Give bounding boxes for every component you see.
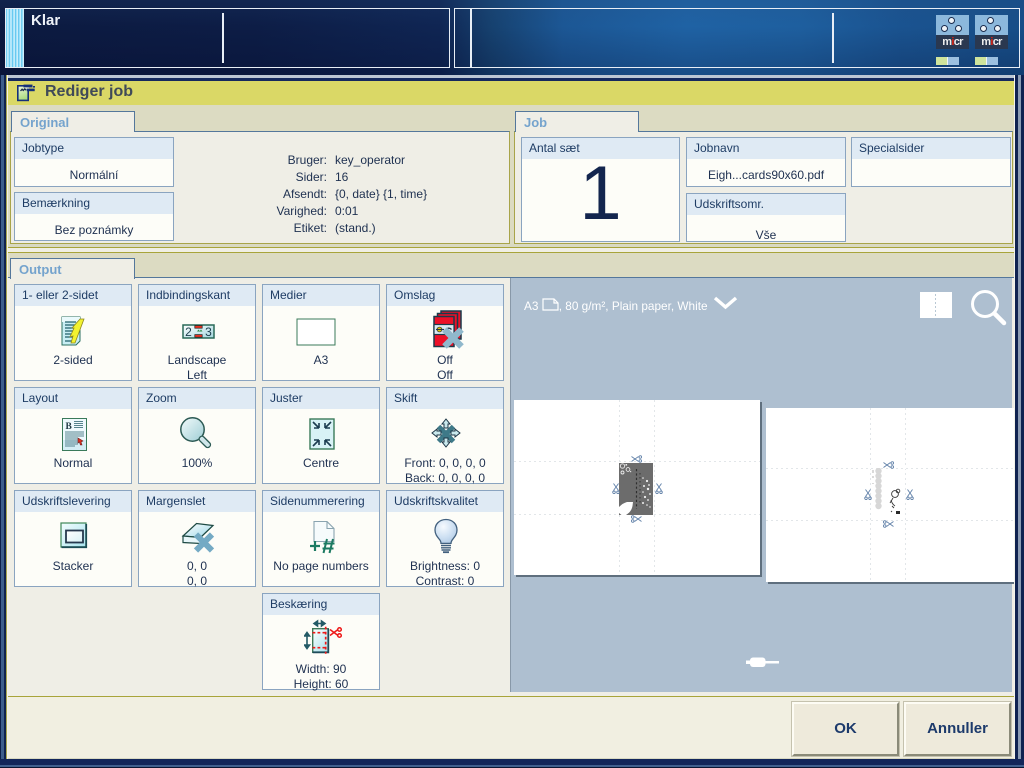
svg-text:B: B xyxy=(66,422,73,432)
svg-text:3: 3 xyxy=(205,325,212,339)
svg-text:2: 2 xyxy=(185,325,192,339)
